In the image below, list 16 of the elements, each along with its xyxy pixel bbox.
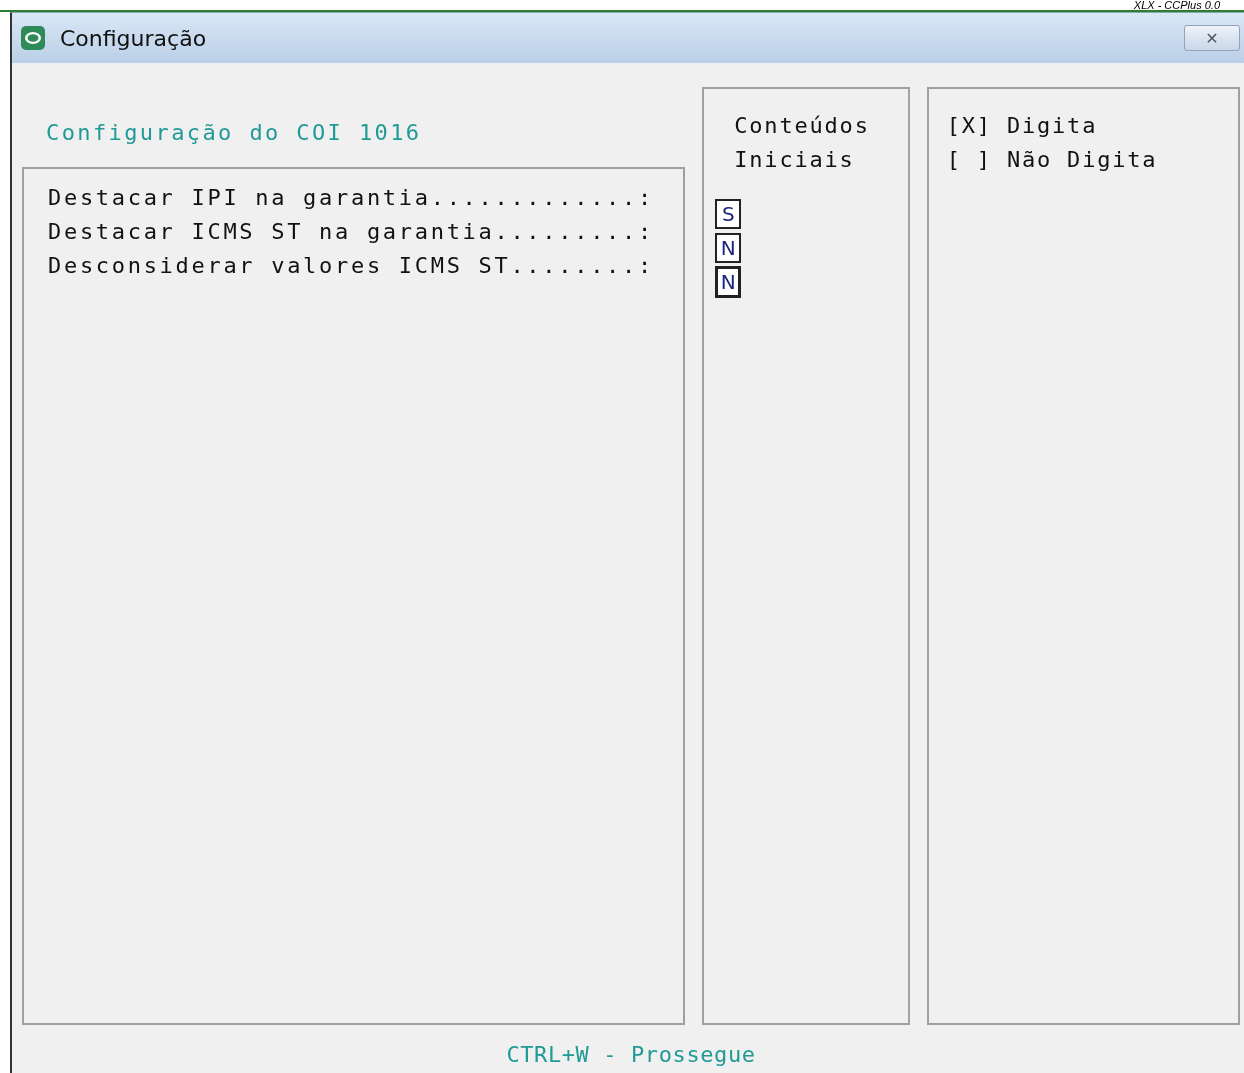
shortcut-hint: CTRL+W - Prossegue xyxy=(506,1041,756,1067)
legend-text: [X] Digita xyxy=(946,112,1099,140)
input-field[interactable]: N xyxy=(715,266,742,298)
close-button[interactable]: ✕ xyxy=(1184,25,1240,51)
window-title: Configuração xyxy=(60,25,207,51)
field-label: Desconsiderar valores ICMS ST........: xyxy=(48,252,655,280)
legend-text: [ ] Não Digita xyxy=(946,146,1159,174)
input-field[interactable]: N xyxy=(715,233,742,263)
app-caption: XLX - CCPlus 0.0 xyxy=(1133,0,1220,10)
app-icon xyxy=(20,25,46,51)
field-label: Destacar ICMS ST na garantia.........: xyxy=(48,218,655,246)
panel-heading: Conteúdos xyxy=(734,112,871,140)
field-label: Destacar IPI na garantia.............: xyxy=(48,184,655,212)
input-field[interactable]: S xyxy=(715,199,742,229)
panel-heading: Iniciais xyxy=(734,146,856,174)
form-heading: Configuração do COI 1016 xyxy=(45,118,423,147)
